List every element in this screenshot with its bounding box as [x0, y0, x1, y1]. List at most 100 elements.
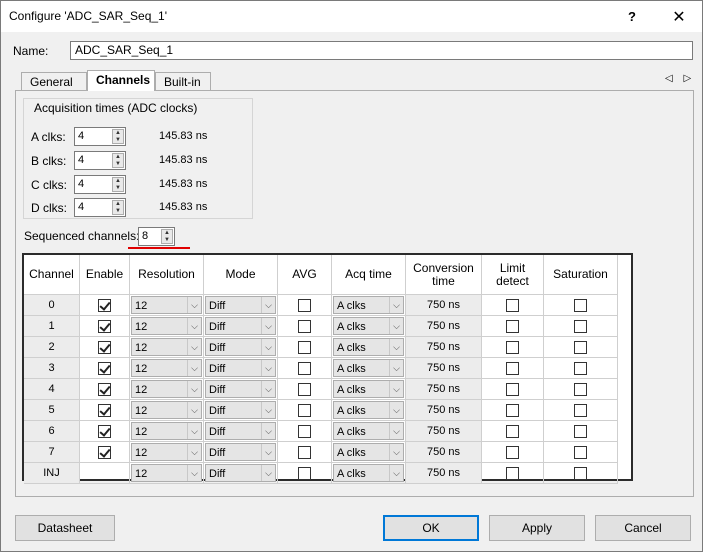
- resolution-dropdown[interactable]: 12 ⌵: [131, 464, 202, 482]
- mode-dropdown[interactable]: Diff ⌵: [205, 296, 276, 314]
- sat-checkbox[interactable]: [574, 361, 587, 375]
- limit-checkbox[interactable]: [506, 403, 519, 417]
- chevron-down-icon[interactable]: ⌵: [389, 444, 403, 460]
- limit-checkbox[interactable]: [506, 298, 519, 312]
- a-clks-spinner[interactable]: 4 ▲ ▼: [74, 127, 126, 146]
- resolution-dropdown[interactable]: 12 ⌵: [131, 422, 202, 440]
- avg-checkbox[interactable]: [298, 424, 311, 438]
- resolution-dropdown[interactable]: 12 ⌵: [131, 338, 202, 356]
- resolution-dropdown[interactable]: 12 ⌵: [131, 380, 202, 398]
- avg-checkbox[interactable]: [298, 319, 311, 333]
- chevron-down-icon[interactable]: ⌵: [187, 465, 201, 481]
- chevron-down-icon[interactable]: ⌵: [261, 360, 275, 376]
- tab-scroll-arrows-icon[interactable]: ◁ ▷: [665, 73, 695, 84]
- avg-checkbox[interactable]: [298, 361, 311, 375]
- enable-checkbox[interactable]: [98, 319, 111, 333]
- chevron-down-icon[interactable]: ⌵: [389, 423, 403, 439]
- resolution-dropdown[interactable]: 12 ⌵: [131, 317, 202, 335]
- mode-dropdown[interactable]: Diff ⌵: [205, 422, 276, 440]
- chevron-down-icon[interactable]: ⌵: [389, 339, 403, 355]
- acq-dropdown[interactable]: A clks ⌵: [333, 443, 404, 461]
- chevron-down-icon[interactable]: ⌵: [187, 381, 201, 397]
- acq-dropdown[interactable]: A clks ⌵: [333, 359, 404, 377]
- mode-dropdown[interactable]: Diff ⌵: [205, 317, 276, 335]
- chevron-down-icon[interactable]: ⌵: [261, 339, 275, 355]
- ok-button[interactable]: OK: [383, 515, 479, 541]
- chevron-down-icon[interactable]: ⌵: [261, 381, 275, 397]
- datasheet-button[interactable]: Datasheet: [15, 515, 115, 541]
- acq-dropdown[interactable]: A clks ⌵: [333, 422, 404, 440]
- chevron-down-icon[interactable]: ⌵: [389, 318, 403, 334]
- chevron-down-icon[interactable]: ⌵: [187, 444, 201, 460]
- avg-checkbox[interactable]: [298, 445, 311, 459]
- chevron-down-icon[interactable]: ⌵: [261, 465, 275, 481]
- c-clks-spinner[interactable]: 4 ▲ ▼: [74, 175, 126, 194]
- d-clks-spinner[interactable]: 4 ▲ ▼: [74, 198, 126, 217]
- limit-checkbox[interactable]: [506, 340, 519, 354]
- acq-dropdown[interactable]: A clks ⌵: [333, 401, 404, 419]
- sequenced-channels-spinner[interactable]: 8 ▲ ▼: [138, 227, 175, 246]
- enable-checkbox[interactable]: [98, 403, 111, 417]
- mode-dropdown[interactable]: Diff ⌵: [205, 401, 276, 419]
- chevron-down-icon[interactable]: ⌵: [187, 360, 201, 376]
- resolution-dropdown[interactable]: 12 ⌵: [131, 401, 202, 419]
- resolution-dropdown[interactable]: 12 ⌵: [131, 443, 202, 461]
- sat-checkbox[interactable]: [574, 319, 587, 333]
- sat-checkbox[interactable]: [574, 445, 587, 459]
- chevron-down-icon[interactable]: ⌵: [389, 465, 403, 481]
- enable-checkbox[interactable]: [98, 382, 111, 396]
- resolution-dropdown[interactable]: 12 ⌵: [131, 296, 202, 314]
- tab-built-in[interactable]: Built-in: [155, 72, 211, 90]
- acq-dropdown[interactable]: A clks ⌵: [333, 338, 404, 356]
- limit-checkbox[interactable]: [506, 424, 519, 438]
- sat-checkbox[interactable]: [574, 340, 587, 354]
- sat-checkbox[interactable]: [574, 298, 587, 312]
- acq-dropdown[interactable]: A clks ⌵: [333, 464, 404, 482]
- b-clks-spinner[interactable]: 4 ▲ ▼: [74, 151, 126, 170]
- apply-button[interactable]: Apply: [489, 515, 585, 541]
- spinner-arrows-icon[interactable]: ▲ ▼: [112, 153, 124, 168]
- limit-checkbox[interactable]: [506, 445, 519, 459]
- close-icon[interactable]: ✕: [656, 1, 702, 32]
- mode-dropdown[interactable]: Diff ⌵: [205, 359, 276, 377]
- sat-checkbox[interactable]: [574, 403, 587, 417]
- avg-checkbox[interactable]: [298, 298, 311, 312]
- avg-checkbox[interactable]: [298, 403, 311, 417]
- mode-dropdown[interactable]: Diff ⌵: [205, 380, 276, 398]
- enable-checkbox[interactable]: [98, 298, 111, 312]
- spinner-arrows-icon[interactable]: ▲ ▼: [112, 177, 124, 192]
- resolution-dropdown[interactable]: 12 ⌵: [131, 359, 202, 377]
- chevron-down-icon[interactable]: ⌵: [389, 297, 403, 313]
- spinner-arrows-icon[interactable]: ▲ ▼: [161, 229, 173, 244]
- chevron-down-icon[interactable]: ⌵: [261, 402, 275, 418]
- chevron-down-icon[interactable]: ⌵: [389, 402, 403, 418]
- sat-checkbox[interactable]: [574, 424, 587, 438]
- spinner-arrows-icon[interactable]: ▲ ▼: [112, 200, 124, 215]
- cancel-button[interactable]: Cancel: [595, 515, 691, 541]
- chevron-down-icon[interactable]: ⌵: [187, 339, 201, 355]
- chevron-down-icon[interactable]: ⌵: [261, 423, 275, 439]
- spinner-arrows-icon[interactable]: ▲ ▼: [112, 129, 124, 144]
- chevron-down-icon[interactable]: ⌵: [389, 360, 403, 376]
- enable-checkbox[interactable]: [98, 424, 111, 438]
- chevron-down-icon[interactable]: ⌵: [187, 297, 201, 313]
- avg-checkbox[interactable]: [298, 466, 311, 480]
- sat-checkbox[interactable]: [574, 466, 587, 480]
- help-icon[interactable]: ?: [609, 1, 655, 32]
- acq-dropdown[interactable]: A clks ⌵: [333, 296, 404, 314]
- chevron-down-icon[interactable]: ⌵: [261, 297, 275, 313]
- limit-checkbox[interactable]: [506, 466, 519, 480]
- avg-checkbox[interactable]: [298, 340, 311, 354]
- name-field[interactable]: ADC_SAR_Seq_1: [70, 41, 693, 60]
- enable-checkbox[interactable]: [98, 361, 111, 375]
- sat-checkbox[interactable]: [574, 382, 587, 396]
- tab-general[interactable]: General: [21, 72, 87, 90]
- chevron-down-icon[interactable]: ⌵: [187, 318, 201, 334]
- mode-dropdown[interactable]: Diff ⌵: [205, 464, 276, 482]
- acq-dropdown[interactable]: A clks ⌵: [333, 380, 404, 398]
- mode-dropdown[interactable]: Diff ⌵: [205, 443, 276, 461]
- chevron-down-icon[interactable]: ⌵: [261, 318, 275, 334]
- limit-checkbox[interactable]: [506, 319, 519, 333]
- enable-checkbox[interactable]: [98, 340, 111, 354]
- chevron-down-icon[interactable]: ⌵: [187, 423, 201, 439]
